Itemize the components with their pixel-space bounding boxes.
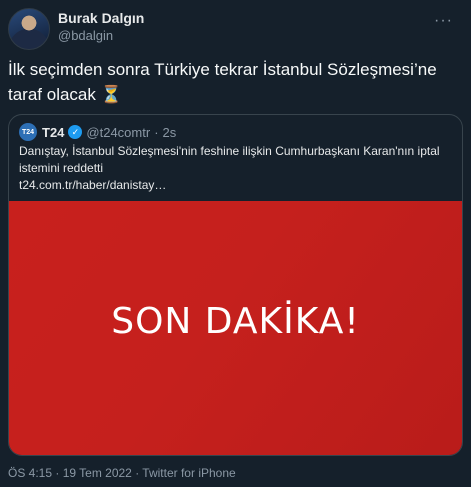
- t24-logo-icon: T24: [19, 123, 37, 141]
- breaking-news-text: SON DAKİKA!: [111, 301, 360, 342]
- quoted-tweet-text: Danıştay, İstanbul Sözleşmesi'nin feshin…: [19, 143, 449, 194]
- tweet-text-body: İlk seçimden sonra Türkiye tekrar İstanb…: [8, 60, 437, 104]
- quoted-tweet-image[interactable]: SON DAKİKA!: [9, 201, 462, 455]
- quoted-author-handle: @t24comtr: [86, 124, 151, 140]
- author-info[interactable]: Burak Dalgın @bdalgin: [58, 10, 144, 45]
- quoted-tweet-body: Danıştay, İstanbul Sözleşmesi'nin feshin…: [19, 144, 440, 175]
- author-name[interactable]: Burak Dalgın: [58, 10, 144, 27]
- author-handle[interactable]: @bdalgin: [58, 27, 144, 45]
- quoted-author-name: T24: [42, 124, 65, 140]
- more-options-icon[interactable]: ···: [434, 12, 453, 30]
- quoted-tweet-link[interactable]: t24.com.tr/haber/danistay…: [19, 177, 449, 194]
- verified-badge-icon: ✓: [68, 125, 83, 139]
- hourglass-emoji: ⏳: [100, 85, 122, 104]
- tweet-text: İlk seçimden sonra Türkiye tekrar İstanb…: [8, 57, 463, 107]
- tweet-metadata: ÖS 4:15 · 19 Tem 2022 · Twitter for iPho…: [8, 466, 236, 480]
- quoted-tweet-time: 2s: [162, 124, 177, 140]
- avatar[interactable]: [8, 8, 50, 50]
- separator-dot: ·: [154, 124, 159, 140]
- quoted-tweet[interactable]: T24 T24 ✓ @t24comtr · 2s Danıştay, İstan…: [8, 114, 463, 456]
- quoted-tweet-header: T24 T24 ✓ @t24comtr · 2s: [19, 123, 176, 141]
